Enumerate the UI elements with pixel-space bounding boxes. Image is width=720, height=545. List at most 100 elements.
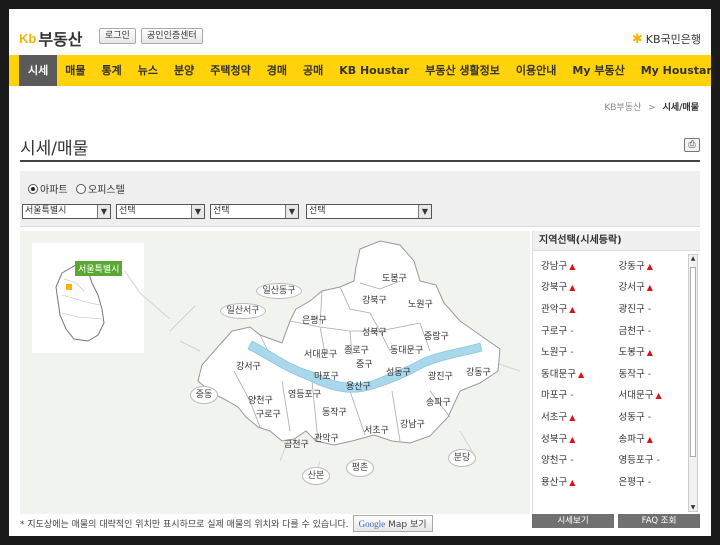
list-item[interactable]: 광진구 - <box>611 301 689 315</box>
list-item[interactable]: 동작구 - <box>611 366 689 380</box>
select-dong[interactable]: 선택 ▼ <box>210 204 299 219</box>
list-item[interactable]: 강서구 ▲ <box>611 279 689 293</box>
nav-item-living-info[interactable]: 부동산 생활정보 <box>417 55 508 86</box>
district-name: 서초구 <box>541 411 568 423</box>
list-item[interactable]: 강동구 ▲ <box>611 258 689 272</box>
district-dongjak[interactable]: 동작구 <box>322 405 347 418</box>
outside-ilsan-dong[interactable]: 일산동구 <box>256 283 302 299</box>
list-item[interactable]: 마포구 - <box>533 387 611 401</box>
list-item[interactable]: 성북구 ▲ <box>533 431 611 445</box>
list-item[interactable]: 동대문구 ▲ <box>533 366 611 380</box>
list-item[interactable]: 서초구 ▲ <box>533 409 611 423</box>
google-map-button[interactable]: Google Map 보기 <box>352 515 433 532</box>
nav-item-listing[interactable]: 매물 <box>57 55 93 86</box>
outside-sanbon[interactable]: 산본 <box>302 467 330 485</box>
district-jungnang[interactable]: 중랑구 <box>424 329 449 342</box>
district-name: 강북구 <box>541 282 568 294</box>
google-map-label: Map 보기 <box>388 520 427 530</box>
district-mapo[interactable]: 마포구 <box>314 369 339 382</box>
district-gwanak[interactable]: 관악구 <box>314 431 339 444</box>
trend-flat-icon: - <box>647 303 652 315</box>
district-gangseo[interactable]: 강서구 <box>236 359 261 372</box>
district-gangdong[interactable]: 강동구 <box>466 365 491 378</box>
list-item[interactable]: 노원구 - <box>533 344 611 358</box>
list-item[interactable]: 금천구 - <box>611 323 689 337</box>
district-jung[interactable]: 중구 <box>356 357 373 370</box>
trend-up-icon: ▲ <box>569 412 576 422</box>
list-item[interactable]: 서대문구 ▲ <box>611 387 689 401</box>
district-geumcheon[interactable]: 금천구 <box>284 437 309 450</box>
district-yeongdeungpo[interactable]: 영등포구 <box>288 387 321 400</box>
district-name: 노원구 <box>541 347 568 359</box>
nav-item-guide[interactable]: 이용안내 <box>508 55 564 86</box>
view-price-button[interactable]: 시세보기 <box>532 514 614 528</box>
district-jongno[interactable]: 종로구 <box>344 343 369 356</box>
breadcrumb-current: 시세/매물 <box>662 103 699 113</box>
district-seocho[interactable]: 서초구 <box>364 423 389 436</box>
list-item[interactable]: 성동구 - <box>611 409 689 423</box>
nav-item-price[interactable]: 시세 <box>19 55 58 86</box>
faq-button[interactable]: FAQ 조회 <box>618 514 700 528</box>
breadcrumb-home[interactable]: KB부동산 <box>604 103 641 113</box>
district-gangnam[interactable]: 강남구 <box>400 417 425 430</box>
district-seongbuk[interactable]: 성북구 <box>362 325 387 338</box>
nav-item-my-houstar[interactable]: My Houstar <box>633 55 711 86</box>
list-item[interactable]: 영등포구 - <box>611 452 689 466</box>
nav-item-my-realestate[interactable]: My 부동산 <box>564 55 632 86</box>
select-district[interactable]: 선택 ▼ <box>116 204 205 219</box>
seoul-district-map[interactable] <box>20 231 530 514</box>
radio-officetel[interactable]: 오피스텔 <box>76 181 125 196</box>
trend-flat-icon: - <box>570 455 574 467</box>
nav-item-auction[interactable]: 경매 <box>259 55 295 86</box>
scrollbar[interactable]: ▲ ▼ <box>688 254 698 512</box>
nav-item-stats[interactable]: 통계 <box>94 55 130 86</box>
outside-bundang[interactable]: 분당 <box>448 449 476 467</box>
district-gwangjin[interactable]: 광진구 <box>428 369 453 382</box>
radio-apartment[interactable]: 아파트 <box>28 181 68 196</box>
list-item[interactable]: 관악구 ▲ <box>533 301 611 315</box>
list-item[interactable]: 도봉구 ▲ <box>611 344 689 358</box>
list-item[interactable]: 강북구 ▲ <box>533 279 611 293</box>
nav-item-public-sale[interactable]: 공매 <box>295 55 331 86</box>
nav-item-subscription[interactable]: 주택청약 <box>202 55 258 86</box>
district-dongdaemun[interactable]: 동대문구 <box>390 343 423 356</box>
district-eunpyeong[interactable]: 은평구 <box>302 313 327 326</box>
select-city[interactable]: 서울특별시 ▼ <box>22 204 111 219</box>
table-row: 구로구 - 금천구 - <box>533 319 688 341</box>
district-dobong[interactable]: 도봉구 <box>382 271 407 284</box>
list-item[interactable]: 구로구 - <box>533 323 611 337</box>
district-nowon[interactable]: 노원구 <box>408 297 433 310</box>
district-name: 송파구 <box>618 433 645 445</box>
site-logo[interactable]: Kb 부동산 <box>19 26 83 50</box>
login-button[interactable]: 로그인 <box>99 28 136 44</box>
bank-logo[interactable]: ✱ KB국민은행 <box>632 31 701 47</box>
district-gangbuk[interactable]: 강북구 <box>362 293 387 306</box>
list-item[interactable]: 양천구 - <box>533 452 611 466</box>
district-name: 영등포구 <box>618 455 654 467</box>
district-yongsan[interactable]: 용산구 <box>346 379 371 392</box>
list-item[interactable]: 용산구 ▲ <box>533 474 611 488</box>
nav-item-news[interactable]: 뉴스 <box>130 55 166 86</box>
cert-center-button[interactable]: 공인인증센터 <box>141 28 203 44</box>
district-songpa[interactable]: 송파구 <box>426 395 451 408</box>
district-seongdong[interactable]: 성동구 <box>386 365 411 378</box>
outside-jungdong[interactable]: 중동 <box>190 386 218 404</box>
trend-up-icon: ▲ <box>646 283 653 293</box>
map-area[interactable]: 서울특별시 도봉구 강북구 노원구 은평구 성북구 중랑구 종로구 동대문구 서… <box>20 231 530 514</box>
outside-pyeongchon[interactable]: 평촌 <box>346 459 374 477</box>
list-item[interactable]: 송파구 ▲ <box>611 431 689 445</box>
district-seodaemun[interactable]: 서대문구 <box>304 347 337 360</box>
scroll-down-icon[interactable]: ▼ <box>689 504 697 511</box>
list-item[interactable]: 은평구 - <box>611 474 689 488</box>
scroll-up-icon[interactable]: ▲ <box>689 255 697 262</box>
list-item[interactable]: 강남구 ▲ <box>533 258 611 272</box>
nav-item-presale[interactable]: 분양 <box>166 55 202 86</box>
nav-item-houstar[interactable]: KB Houstar <box>331 55 417 86</box>
select-complex[interactable]: 선택 ▼ <box>306 204 432 219</box>
outside-ilsan-seo[interactable]: 일산서구 <box>220 303 266 319</box>
district-guro[interactable]: 구로구 <box>256 407 281 420</box>
scrollbar-thumb[interactable] <box>690 267 696 457</box>
district-yangcheon[interactable]: 양천구 <box>248 393 273 406</box>
chevron-down-icon: ▼ <box>418 205 431 218</box>
print-icon[interactable]: ⎙ <box>684 138 700 152</box>
